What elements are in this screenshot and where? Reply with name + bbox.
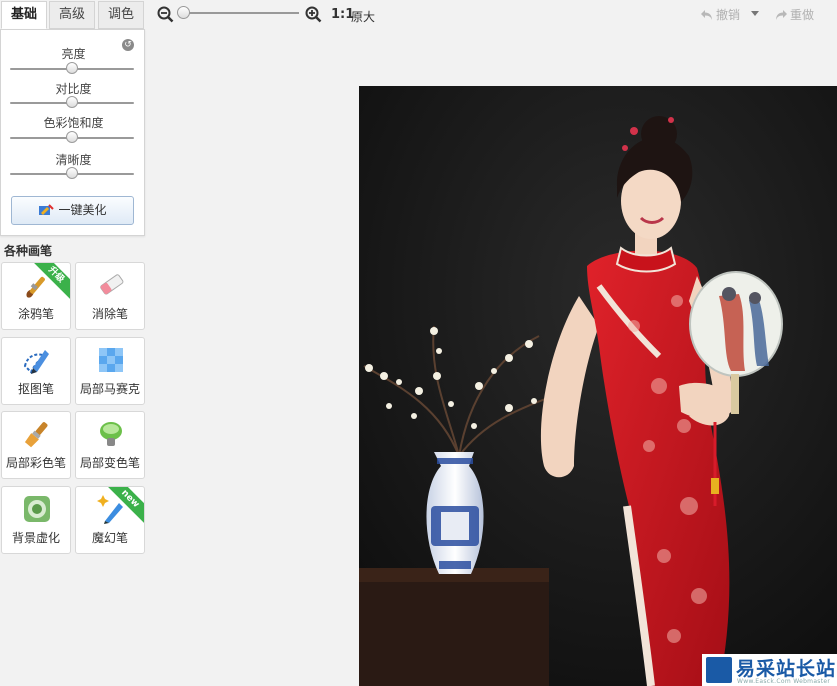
background-blur-button[interactable]: 背景虚化 [1, 486, 71, 554]
brightness-slider-handle[interactable] [66, 62, 78, 74]
tab-advanced[interactable]: 高级 [49, 1, 95, 29]
mosaic-button[interactable]: 局部马赛克 [75, 337, 145, 405]
photo-canvas[interactable] [359, 86, 837, 686]
color-brush-label: 局部彩色笔 [5, 456, 66, 470]
mosaic-label: 局部马赛克 [79, 382, 140, 396]
sharpness-label: 清晰度 [55, 153, 92, 167]
redo-label: 重做 [790, 8, 815, 22]
undo-label: 撤销 [716, 8, 741, 22]
magic-wand-icon [39, 204, 55, 215]
panel-tabs: 基础 高级 调色 [0, 0, 146, 30]
zoom-slider[interactable] [181, 12, 299, 14]
sharpness-slider-handle[interactable] [66, 167, 78, 179]
graffiti-brush-label: 涂鸦笔 [17, 307, 54, 321]
color-brush-button[interactable]: 局部彩色笔 [1, 411, 71, 479]
saturation-label: 色彩饱和度 [43, 116, 104, 130]
eraser-icon [100, 274, 124, 295]
watermark-logo-icon [706, 657, 732, 683]
graffiti-brush-button[interactable]: 升级 涂鸦笔 [1, 262, 71, 330]
auto-beautify-button[interactable]: 一键美化 [11, 196, 134, 225]
sharpness-slider[interactable] [10, 167, 134, 179]
watermark-subtext: Www.Easck.Com Webmaster [737, 678, 831, 685]
auto-beautify-label: 一键美化 [58, 203, 107, 217]
brightness-label: 亮度 [61, 47, 86, 61]
contrast-slider[interactable] [10, 96, 134, 108]
tab-basic[interactable]: 基础 [1, 1, 47, 29]
cutout-pen-label: 抠图笔 [17, 382, 54, 396]
brushes-section-title: 各种画笔 [4, 244, 53, 258]
cutout-pen-icon [23, 350, 49, 374]
magic-pen-label: 魔幻笔 [91, 531, 128, 545]
magic-pen-button[interactable]: new 魔幻笔 [75, 486, 145, 554]
zoom-in-icon[interactable] [305, 6, 322, 23]
contrast-label: 对比度 [55, 82, 92, 96]
original-size-label[interactable]: 原大 [351, 8, 375, 25]
zoom-out-icon[interactable] [157, 6, 174, 23]
tab-color-tone[interactable]: 调色 [98, 1, 144, 29]
cutout-pen-button[interactable]: 抠图笔 [1, 337, 71, 405]
watermark-text: 易采站长站 [736, 658, 837, 680]
redo-button[interactable]: 重做 [774, 6, 814, 23]
photo-woman-in-qipao [359, 86, 837, 686]
undo-button[interactable]: 撤销 [700, 6, 740, 23]
color-brush-icon [24, 422, 48, 448]
basic-adjust-panel: ↺ 亮度 对比度 色彩饱和度 清晰度 一键美化 [0, 29, 145, 236]
mosaic-icon [99, 348, 123, 372]
zoom-slider-handle[interactable] [177, 6, 190, 19]
background-blur-icon [24, 496, 50, 522]
undo-history-dropdown[interactable] [751, 11, 759, 16]
eraser-label: 消除笔 [91, 307, 128, 321]
brightness-slider[interactable] [10, 62, 134, 74]
recolor-brush-button[interactable]: 局部变色笔 [75, 411, 145, 479]
contrast-slider-handle[interactable] [66, 96, 78, 108]
recolor-brush-icon [100, 422, 122, 446]
saturation-slider[interactable] [10, 131, 134, 143]
redo-icon [776, 10, 787, 20]
left-panel: 基础 高级 调色 ↺ 亮度 对比度 色彩饱和度 清晰度 一键美化 各种画笔 升级… [0, 0, 146, 686]
undo-icon [701, 10, 712, 20]
recolor-brush-label: 局部变色笔 [79, 456, 140, 470]
eraser-button[interactable]: 消除笔 [75, 262, 145, 330]
background-blur-label: 背景虚化 [11, 531, 60, 545]
site-watermark: 易采站长站 Www.Easck.Com Webmaster [702, 654, 837, 686]
saturation-slider-handle[interactable] [66, 131, 78, 143]
top-toolbar: 1:1 原大 撤销 重做 [150, 0, 837, 30]
